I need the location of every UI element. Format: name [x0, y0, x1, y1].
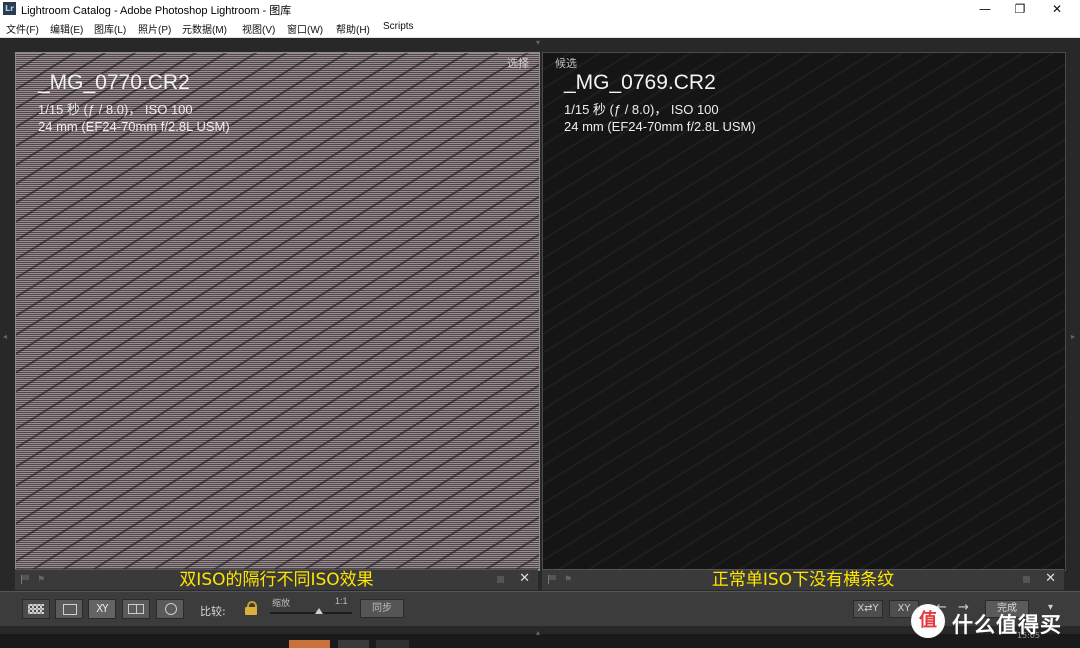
- select-filename: _MG_0770.CR2: [38, 71, 190, 94]
- survey-view-button[interactable]: [122, 599, 150, 619]
- menu-help[interactable]: 帮助(H): [336, 21, 370, 36]
- face-icon: [165, 603, 177, 615]
- swap-button[interactable]: X⇄Y: [853, 600, 883, 618]
- grid-view-button[interactable]: [22, 599, 50, 619]
- candidate-info-bar: ⚑ 正常单ISO下没有横条纹 ✕: [542, 569, 1064, 590]
- site-watermark: 值 什么值得买: [908, 602, 1068, 640]
- menu-library[interactable]: 图库(L): [94, 21, 126, 36]
- zoom-slider[interactable]: [270, 612, 352, 614]
- grid-icon: [28, 604, 44, 614]
- select-label: 选择: [507, 57, 529, 70]
- menu-file[interactable]: 文件(F): [6, 21, 39, 36]
- candidate-photo-panel[interactable]: 候选 _MG_0769.CR2 1/15 秒 (ƒ / 8.0)， ISO 10…: [542, 52, 1066, 571]
- menu-bar: 文件(F) 编辑(E) 图库(L) 照片(P) 元数据(M) 视图(V) 窗口(…: [0, 18, 1080, 38]
- zoom-value: 1:1: [335, 596, 348, 606]
- candidate-caption: 正常单ISO下没有横条纹: [711, 570, 895, 590]
- loupe-view-button[interactable]: [55, 599, 83, 619]
- loupe-icon: [63, 604, 77, 615]
- menu-view[interactable]: 视图(V): [242, 21, 275, 36]
- select-lens-info: 24 mm (EF24-70mm f/2.8L USM): [38, 119, 230, 134]
- people-view-button[interactable]: [156, 599, 184, 619]
- candidate-filename: _MG_0769.CR2: [564, 71, 716, 94]
- sync-button[interactable]: 同步: [360, 599, 404, 618]
- select-info-bar: ⚑ 双ISO的隔行不同ISO效果 ✕: [15, 569, 538, 590]
- candidate-exposure-info: 1/15 秒 (ƒ / 8.0)， ISO 100: [564, 102, 719, 117]
- color-label-icon[interactable]: [497, 576, 504, 583]
- menu-window[interactable]: 窗口(W): [287, 21, 323, 36]
- select-caption: 双ISO的隔行不同ISO效果: [179, 570, 374, 590]
- top-panel-toggle-icon[interactable]: ▾: [536, 38, 540, 47]
- watermark-text: 什么值得买: [952, 613, 1062, 637]
- title-bar: Lr Lightroom Catalog - Adobe Photoshop L…: [0, 0, 1080, 18]
- window-title: Lightroom Catalog - Adobe Photoshop Ligh…: [21, 5, 292, 17]
- bottom-panel-toggle-icon[interactable]: ▴: [536, 628, 540, 637]
- compare-view-button[interactable]: XY: [88, 599, 116, 619]
- survey-icon: [128, 604, 144, 614]
- color-label-icon[interactable]: [1023, 576, 1030, 583]
- menu-photo[interactable]: 照片(P): [138, 21, 171, 36]
- candidate-label: 候选: [555, 57, 577, 70]
- compare-workspace: ▾ ◂ ▸ 选择 _MG_0770.CR2 1/15 秒 (ƒ / 8.0)， …: [0, 38, 1080, 634]
- close-select-icon[interactable]: ✕: [519, 571, 530, 586]
- compare-label: 比较:: [200, 605, 226, 618]
- filmstrip-thumbnail[interactable]: [376, 640, 409, 648]
- filmstrip-thumbnail[interactable]: [289, 640, 330, 648]
- zoom-slider-thumb[interactable]: [315, 608, 323, 614]
- select-exposure-info: 1/15 秒 (ƒ / 8.0)， ISO 100: [38, 102, 193, 117]
- menu-edit[interactable]: 编辑(E): [50, 21, 83, 36]
- close-candidate-icon[interactable]: ✕: [1045, 571, 1056, 586]
- filmstrip-thumbnail[interactable]: [338, 640, 369, 648]
- select-photo-panel[interactable]: 选择 _MG_0770.CR2 1/15 秒 (ƒ / 8.0)， ISO 10…: [15, 52, 540, 571]
- menu-metadata[interactable]: 元数据(M): [182, 21, 227, 36]
- watermark-logo-icon: 值: [911, 604, 945, 638]
- menu-scripts[interactable]: Scripts: [383, 21, 414, 32]
- right-panel-toggle-icon[interactable]: ▸: [1071, 332, 1075, 341]
- left-panel-toggle-icon[interactable]: ◂: [3, 332, 7, 341]
- close-window-button[interactable]: ✕: [1034, 0, 1080, 18]
- lightroom-app-icon: Lr: [3, 2, 16, 15]
- lock-icon[interactable]: [245, 601, 257, 615]
- candidate-lens-info: 24 mm (EF24-70mm f/2.8L USM): [564, 119, 756, 134]
- zoom-label: 缩放: [272, 599, 291, 609]
